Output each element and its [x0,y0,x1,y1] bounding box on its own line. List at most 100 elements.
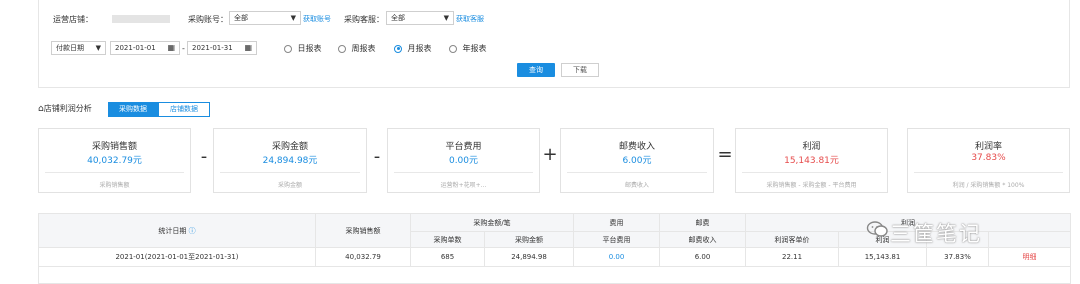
header-profit-per: 利润客单价 [745,231,840,248]
divider [742,172,881,173]
operator-minus: - [200,146,208,167]
watermark-text: 三筐笔记 [890,222,982,246]
radio-week-icon[interactable] [338,44,346,53]
operator-equals: = [717,144,733,165]
header-postage-income: 邮费收入 [659,231,747,248]
chevron-down-icon: ▼ [290,14,296,22]
radio-week[interactable]: 周报表 [338,43,376,54]
header-postage-group: 邮费 [659,213,747,232]
info-icon[interactable]: ⓘ [189,227,196,235]
service-label: 采购客服： [344,15,384,24]
card-sales: 采购销售额 40,032.79元 采购销售额 [38,128,191,193]
header-fee-group: 费用 [573,213,661,232]
date-end-input[interactable]: 2021-01-31 ▦ [187,41,257,55]
card-title: 平台费用 [445,142,482,152]
card-title: 采购金额 [271,142,308,152]
radio-month-icon[interactable] [394,44,402,53]
download-button[interactable]: 下载 [561,63,599,77]
date-type-value: 付款日期 [56,44,84,52]
card-value: 15,143.81元 [784,156,839,166]
radio-month-label: 月报表 [407,44,432,53]
tab-purchase-data[interactable]: 采购数据 [108,102,158,117]
divider [567,172,707,173]
card-desc: 采购销售额 - 采购金额 - 平台费用 [766,182,857,189]
header-count: 采购单数 [410,231,485,248]
header-date-text: 统计日期 [158,226,187,235]
get-service-link[interactable]: 获取客服 [456,14,484,24]
card-title: 利润 [802,142,821,152]
card-value: 40,032.79元 [87,156,142,166]
card-value: 6.00元 [622,156,652,166]
cell-fee-link[interactable]: 0.00 [573,247,661,267]
header-amount-group: 采购金额/笔 [409,213,575,232]
divider [220,172,360,173]
date-start-value: 2021-01-01 [115,44,156,52]
card-title: 采购销售额 [91,142,137,152]
header-amount: 采购金额 [483,231,575,248]
operator-plus: + [542,144,558,165]
card-purchase-amount: 采购金额 24,894.98元 采购金额 [213,128,367,193]
date-end-value: 2021-01-31 [192,44,233,52]
cell-profit: 15,143.81 [838,247,928,267]
radio-day[interactable]: 日报表 [284,43,322,54]
tab-store-data[interactable]: 店铺数据 [158,102,210,117]
date-separator: - [182,44,185,53]
divider [914,172,1063,173]
card-title: 利润率 [974,142,1002,152]
account-select[interactable]: 全部 ▼ [229,11,301,25]
operator-minus: - [373,146,381,167]
chevron-down-icon: ▼ [95,44,101,52]
table-row: 2021-01(2021-01-01至2021-01-31) 40,032.79… [38,247,1072,267]
card-profit: 利润 15,143.81元 采购销售额 - 采购金额 - 平台费用 [735,128,888,193]
wechat-icon [866,221,888,237]
card-value: 0.00元 [448,156,479,166]
get-account-link[interactable]: 获取账号 [303,14,331,24]
chevron-down-icon: ▼ [443,14,449,22]
cell-rate: 37.83% [926,247,990,267]
account-label: 采购账号： [188,15,228,24]
radio-year-label: 年报表 [462,44,487,53]
service-select[interactable]: 全部 ▼ [386,11,454,25]
cell-sales: 40,032.79 [315,247,411,267]
query-button[interactable]: 查询 [517,63,555,77]
card-title: 邮费收入 [618,142,655,152]
radio-week-label: 周报表 [351,44,376,53]
header-sales: 采购销售额 [315,213,411,248]
radio-day-icon[interactable] [284,44,292,53]
radio-month[interactable]: 月报表 [394,43,432,54]
cell-date: 2021-01(2021-01-01至2021-01-31) [38,247,316,267]
date-start-input[interactable]: 2021-01-01 ▦ [110,41,180,55]
radio-year[interactable]: 年报表 [449,43,487,54]
calendar-icon[interactable]: ▦ [244,42,252,54]
divider [394,172,533,173]
analysis-title-text: 店铺利润分析 [43,104,92,113]
detail-link[interactable]: 明细 [988,247,1072,267]
date-type-select[interactable]: 付款日期 ▼ [51,41,106,55]
table-footer [37,266,1072,284]
analysis-title: ⌂店铺利润分析 [38,103,92,114]
card-desc: 邮费收入 [624,182,649,189]
header-date[interactable]: 统计日期 ⓘ [38,213,316,248]
divider [45,172,184,173]
card-profit-rate: 利润率 37.83% 利润 / 采购销售额 * 100% [907,128,1070,193]
header-empty [988,231,1072,248]
calendar-icon[interactable]: ▦ [167,42,175,54]
account-select-value: 全部 [234,14,248,22]
cell-amount: 24,894.98 [483,247,575,267]
card-desc: 利润 / 采购销售额 * 100% [952,182,1025,189]
header-platform-fee: 平台费用 [573,231,661,248]
cell-profit-per: 22.11 [745,247,840,267]
card-desc: 采购金额 [277,182,302,189]
service-select-value: 全部 [391,14,405,22]
card-platform-fee: 平台费用 0.00元 运营粉+花呗+... [387,128,540,193]
radio-day-label: 日报表 [297,44,322,53]
card-postage-income: 邮费收入 6.00元 邮费收入 [560,128,714,193]
radio-year-icon[interactable] [449,44,457,53]
card-value: 24,894.98元 [262,156,318,166]
cell-count: 685 [410,247,485,267]
card-desc: 采购销售额 [99,182,130,189]
card-desc: 运营粉+花呗+... [440,182,487,189]
store-value-masked[interactable] [112,15,170,23]
store-label: 运营店铺： [53,15,93,24]
card-value: 37.83% [971,153,1006,163]
